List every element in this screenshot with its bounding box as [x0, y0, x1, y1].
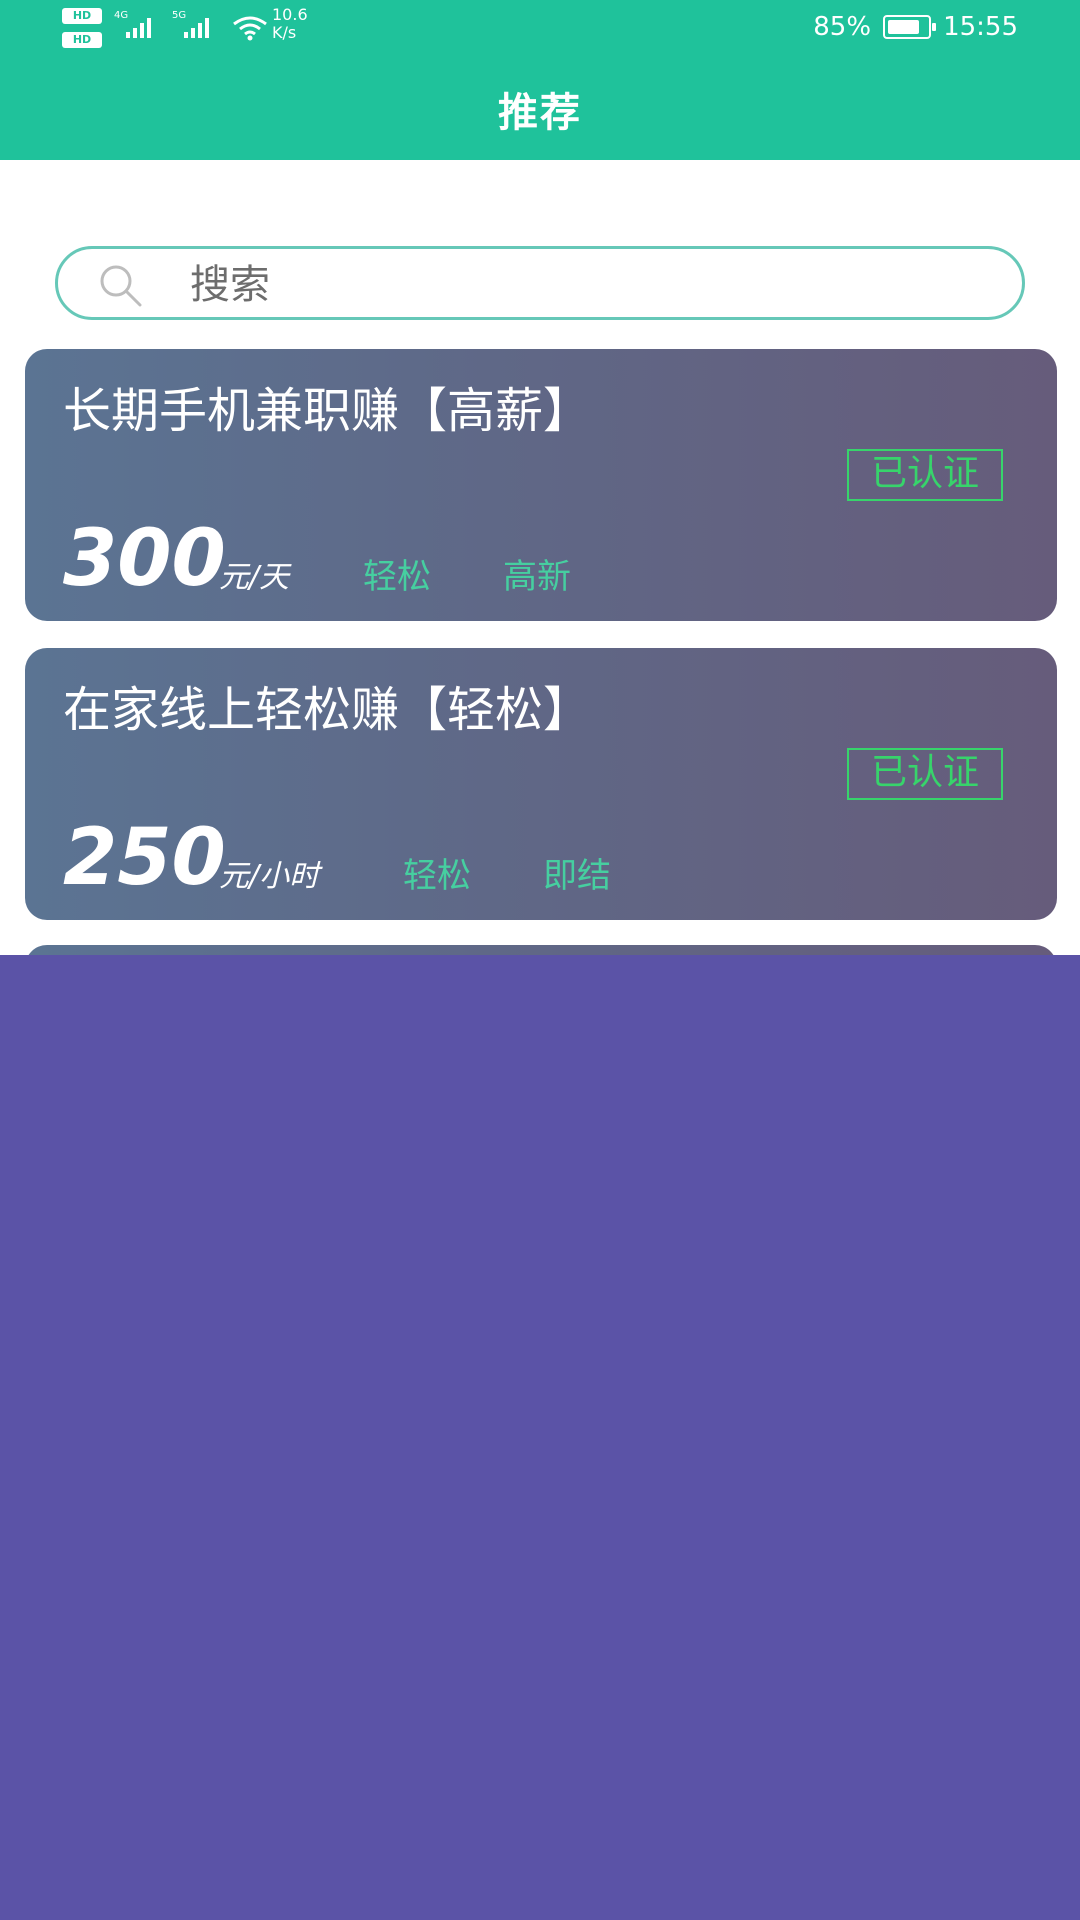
job-price: 250 — [63, 813, 226, 903]
network-speed-unit: K/s — [272, 23, 297, 42]
job-tag: 即结 — [543, 856, 611, 896]
battery-icon — [883, 15, 937, 39]
page-title: 推荐 — [498, 90, 582, 136]
job-card[interactable]: 长期手机兼职赚【高薪】 已认证 300 元/天 轻松 高新 — [25, 349, 1057, 621]
job-card[interactable]: 在家线上轻松赚【轻松】 已认证 250 元/小时 轻松 即结 — [25, 648, 1057, 920]
search-icon — [100, 265, 142, 307]
status-bar-left: HD HD 4G 5G 10.6 K/s — [62, 4, 322, 50]
job-tag: 轻松 — [363, 557, 431, 597]
job-title: 在家线上轻松赚【轻松】 — [63, 682, 592, 738]
network-speed: 10.6 K/s — [272, 6, 308, 42]
search-input[interactable] — [188, 259, 972, 311]
price-unit: 元/小时 — [219, 859, 320, 894]
signal-icon: 5G — [172, 10, 212, 40]
verified-badge: 已认证 — [847, 449, 1003, 501]
verified-badge: 已认证 — [847, 748, 1003, 800]
hd-badge: HD — [62, 8, 102, 24]
job-price: 300 — [63, 514, 226, 604]
status-bar-right: 85% 15:55 — [813, 10, 1018, 44]
overlay-panel — [0, 955, 1080, 1920]
job-tag: 高新 — [503, 557, 571, 597]
hd-badge: HD — [62, 32, 102, 48]
top-app-bar: HD HD 4G 5G 10.6 K/s 85% 15:55 推荐 — [0, 0, 1080, 160]
job-tag: 轻松 — [403, 856, 471, 896]
clock: 15:55 — [943, 12, 1018, 42]
network-speed-value: 10.6 — [272, 5, 308, 24]
wifi-icon — [233, 16, 267, 41]
signal-icon: 4G — [114, 10, 154, 40]
battery-percent: 85% — [813, 12, 872, 42]
search-bar[interactable] — [55, 246, 1025, 320]
battery-level — [888, 20, 919, 34]
price-unit: 元/天 — [219, 560, 290, 595]
job-title: 长期手机兼职赚【高薪】 — [63, 383, 592, 439]
